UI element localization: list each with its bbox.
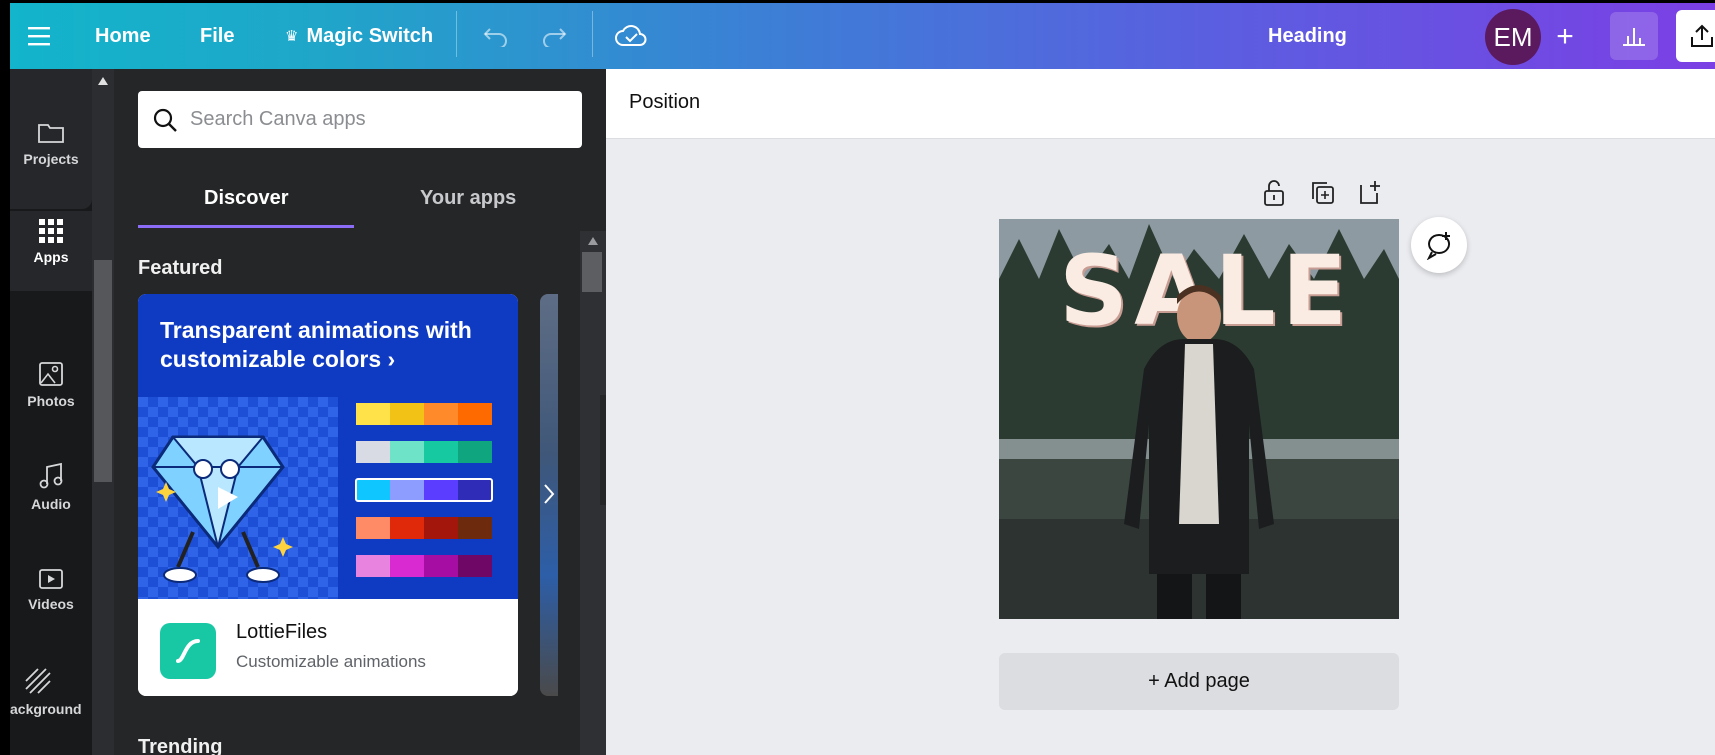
lottiefiles-logo-icon bbox=[160, 623, 216, 679]
context-toolbar: Position bbox=[606, 69, 1715, 139]
sidebar-item-projects[interactable]: Projects bbox=[10, 121, 92, 167]
sidebar-item-background[interactable]: ackground bbox=[10, 667, 92, 717]
share-upload-icon[interactable] bbox=[1676, 10, 1715, 62]
chevron-right-icon[interactable] bbox=[540, 469, 558, 519]
trending-heading: Trending bbox=[138, 736, 223, 755]
toolbar-divider bbox=[456, 11, 457, 57]
sidebar-item-label: Apps bbox=[33, 249, 69, 265]
insights-chart-icon[interactable] bbox=[1610, 12, 1658, 60]
redo-icon[interactable] bbox=[540, 3, 568, 69]
lock-icon[interactable] bbox=[1261, 179, 1287, 207]
tab-discover[interactable]: Discover bbox=[204, 187, 289, 210]
background-pattern-icon bbox=[25, 668, 51, 694]
sidebar-item-photos[interactable]: Photos bbox=[10, 361, 92, 409]
file-menu-button[interactable]: File bbox=[200, 3, 234, 69]
design-title[interactable]: Heading bbox=[1268, 3, 1347, 69]
app-description: Customizable animations bbox=[236, 652, 426, 671]
undo-icon[interactable] bbox=[482, 3, 510, 69]
add-page-button[interactable]: + Add page bbox=[999, 653, 1399, 710]
page-tools bbox=[1261, 179, 1383, 207]
sidebar-item-audio[interactable]: Audio bbox=[10, 462, 92, 512]
sidebar-item-label: Videos bbox=[28, 596, 74, 612]
active-tab-indicator bbox=[138, 225, 354, 228]
home-button[interactable]: Home bbox=[95, 3, 151, 69]
sidebar-item-label: Photos bbox=[27, 393, 75, 409]
sidebar-item-label: Audio bbox=[31, 496, 71, 512]
apps-grid-icon bbox=[39, 219, 63, 243]
app-name: LottieFiles bbox=[236, 621, 328, 643]
cloud-saved-icon[interactable] bbox=[615, 3, 647, 69]
music-note-icon bbox=[39, 462, 63, 489]
magic-switch-label: Magic Switch bbox=[306, 24, 434, 47]
position-button[interactable]: Position bbox=[629, 91, 700, 114]
apps-panel: Discover Your apps Featured Transparent … bbox=[114, 69, 606, 755]
search-box[interactable] bbox=[138, 91, 582, 148]
sidebar-item-label: ackground bbox=[10, 701, 82, 717]
featured-app-card[interactable]: Transparent animations with customizable… bbox=[138, 294, 518, 696]
featured-card-footer: LottieFiles Customizable animations bbox=[138, 599, 518, 696]
featured-card-banner: Transparent animations with customizable… bbox=[138, 294, 518, 599]
diamond-mascot-illustration bbox=[138, 397, 493, 599]
photo-icon bbox=[39, 362, 63, 386]
duplicate-page-icon[interactable] bbox=[1309, 179, 1335, 207]
sidebar-item-apps[interactable]: Apps bbox=[10, 211, 92, 291]
search-input[interactable] bbox=[190, 108, 550, 131]
design-canvas[interactable]: SALE bbox=[999, 219, 1399, 619]
add-comment-icon[interactable] bbox=[1411, 217, 1467, 273]
toolbar-divider bbox=[592, 11, 593, 57]
featured-heading: Featured bbox=[138, 257, 223, 279]
add-page-icon[interactable] bbox=[1357, 179, 1383, 207]
magic-switch-button[interactable]: ♛ Magic Switch bbox=[285, 3, 433, 69]
video-icon bbox=[39, 569, 63, 589]
left-sidebar: Projects Apps Photos Audio Videos ackgro… bbox=[10, 69, 92, 755]
add-collaborator-button[interactable]: + bbox=[1540, 13, 1590, 61]
sidebar-scrollbar-thumb[interactable] bbox=[94, 260, 112, 482]
search-icon bbox=[153, 108, 177, 132]
hamburger-icon[interactable] bbox=[28, 3, 50, 69]
model-man-photo bbox=[1124, 285, 1274, 619]
sidebar-item-videos[interactable]: Videos bbox=[10, 568, 92, 612]
panel-scrollbar-thumb[interactable] bbox=[582, 252, 602, 292]
tab-your-apps[interactable]: Your apps bbox=[420, 187, 516, 210]
sidebar-item-label: Projects bbox=[23, 151, 79, 167]
avatar[interactable]: EM bbox=[1485, 9, 1541, 65]
canvas-workspace: Position SALE + Add page bbox=[606, 69, 1715, 755]
crown-sparkle-icon: ♛ bbox=[285, 28, 299, 45]
featured-card-headline[interactable]: Transparent animations with customizable… bbox=[160, 316, 500, 374]
folder-icon bbox=[38, 124, 64, 143]
top-bar: Home File ♛ Magic Switch Heading EM + bbox=[10, 3, 1715, 69]
